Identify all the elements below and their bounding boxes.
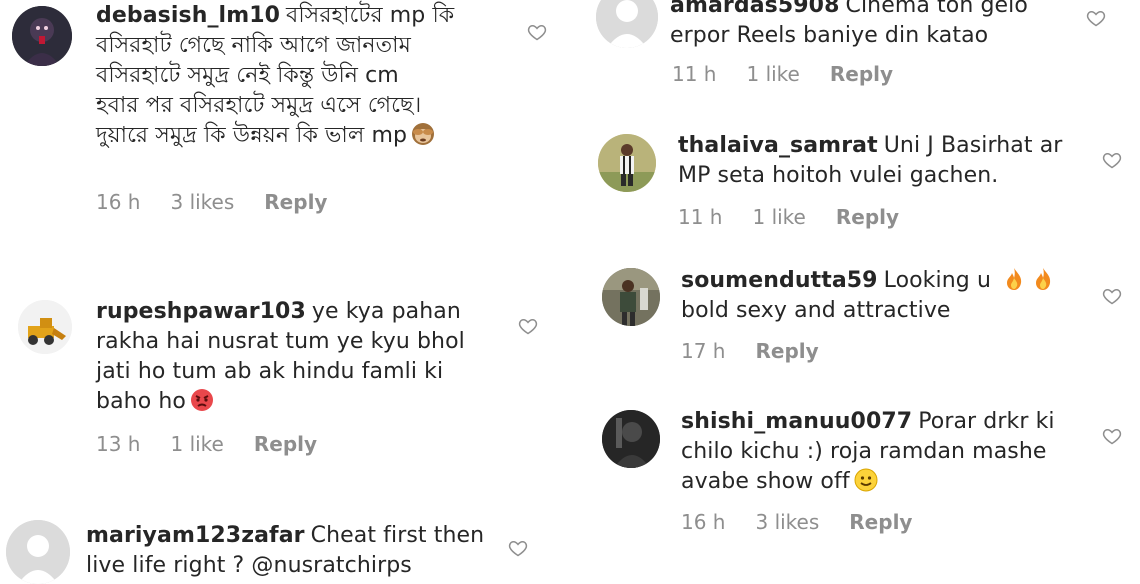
comment-line: Uni J Basirhat ar bbox=[883, 133, 1063, 158]
comment-username[interactable]: mariyam123zafar bbox=[86, 523, 305, 548]
comment-likes[interactable]: 1 like bbox=[752, 205, 805, 229]
comment-line: হবার পর বসিরহাটে সমুদ্র এসে গেছে। bbox=[96, 93, 422, 118]
comment-line: avabe show off bbox=[681, 469, 850, 494]
avatar-image bbox=[598, 134, 656, 192]
avatar-image bbox=[602, 268, 660, 326]
comment-line: chilo kichu :) roja ramdan mashe bbox=[681, 439, 1047, 464]
comment-line: Cheat first then bbox=[310, 523, 485, 548]
comment-username[interactable]: amardas5908 bbox=[670, 0, 839, 18]
avatar[interactable] bbox=[12, 6, 72, 66]
comment-line: erpor Reels baniye din katao bbox=[670, 23, 989, 48]
comment-line: MP seta hoitoh vulei gachen. bbox=[678, 163, 999, 188]
comment-text: shishi_manuu0077 Porar drkr ki chilo kich… bbox=[681, 407, 1081, 497]
comment-time: 11 h bbox=[678, 205, 723, 229]
heart-outline-icon[interactable] bbox=[1102, 286, 1122, 306]
comment-username[interactable]: rupeshpawar103 bbox=[96, 299, 306, 324]
comment-meta: 13 h 1 like Reply bbox=[96, 432, 317, 456]
comment-line: bold sexy and attractive bbox=[681, 298, 951, 323]
comment-line: jati ho tum ab ak hindu famli ki bbox=[96, 359, 444, 384]
avatar[interactable] bbox=[18, 300, 72, 354]
comment-line: Looking u bbox=[883, 268, 991, 293]
avatar[interactable] bbox=[602, 410, 660, 468]
reply-button[interactable]: Reply bbox=[755, 339, 818, 363]
comment-meta: 17 h Reply bbox=[681, 339, 819, 363]
comment-text: mariyam123zafar Cheat first then live lif… bbox=[86, 521, 516, 581]
comment-meta: 11 h 1 like Reply bbox=[678, 205, 899, 229]
comment-line: Porar drkr ki bbox=[918, 409, 1055, 434]
heart-outline-icon[interactable] bbox=[1102, 426, 1122, 446]
comment-text: rupeshpawar103 ye kya pahan rakha hai nus… bbox=[96, 297, 516, 417]
comment-time: 11 h bbox=[672, 62, 717, 86]
reply-button[interactable]: Reply bbox=[264, 190, 327, 214]
avatar-image bbox=[12, 6, 72, 66]
avatar[interactable] bbox=[598, 134, 656, 192]
comment-likes[interactable]: 3 likes bbox=[170, 190, 234, 214]
comment-line: ye kya pahan bbox=[311, 299, 461, 324]
comment-line: দুয়ারে সমুদ্র কি উন্নয়ন কি ভাল mp bbox=[96, 123, 408, 148]
reply-button[interactable]: Reply bbox=[254, 432, 317, 456]
default-avatar-icon[interactable] bbox=[596, 0, 658, 48]
comment-meta: 11 h 1 like Reply bbox=[672, 62, 893, 86]
angry-face-icon bbox=[189, 387, 215, 413]
comment-time: 13 h bbox=[96, 432, 141, 456]
smiling-face-icon bbox=[853, 467, 879, 493]
comment-line: বসিরহাটের mp কি bbox=[286, 3, 455, 28]
comment-line: rakha hai nusrat tum ye kyu bhol bbox=[96, 329, 465, 354]
comment-likes[interactable]: 1 like bbox=[746, 62, 799, 86]
comment-text: soumendutta59 Looking u bold sexy and att… bbox=[681, 266, 1081, 326]
fire-icon bbox=[1030, 266, 1056, 292]
comment-time: 16 h bbox=[681, 510, 726, 534]
comment-line: বসিরহাট গেছে নাকি আগে জানতাম bbox=[96, 33, 411, 58]
comment-text: amardas5908 Cinema ton gelo erpor Reels b… bbox=[670, 0, 1080, 51]
heart-outline-icon[interactable] bbox=[508, 538, 528, 558]
comment-likes[interactable]: 1 like bbox=[170, 432, 223, 456]
comment-line: বসিরহাটে সমুদ্র নেই কিন্তু উনি cm bbox=[96, 63, 399, 88]
comment-line: Cinema ton gelo bbox=[845, 0, 1028, 18]
comment-username[interactable]: debasish_lm10 bbox=[96, 3, 280, 28]
heart-outline-icon[interactable] bbox=[518, 316, 538, 336]
comment-username[interactable]: shishi_manuu0077 bbox=[681, 409, 912, 434]
comment-line: live life right ? @nusratchirps bbox=[86, 553, 412, 578]
comment-meta: 16 h 3 likes Reply bbox=[96, 190, 327, 214]
heart-outline-icon[interactable] bbox=[527, 22, 547, 42]
comment-username[interactable]: soumendutta59 bbox=[681, 268, 878, 293]
comment-line: baho ho bbox=[96, 389, 186, 414]
heart-outline-icon[interactable] bbox=[1086, 8, 1106, 28]
comment-text: debasish_lm10 বসিরহাটের mp কি বসিরহাট গেছ… bbox=[96, 1, 516, 151]
default-avatar-icon[interactable] bbox=[6, 520, 70, 584]
comment-meta: 16 h 3 likes Reply bbox=[681, 510, 912, 534]
avatar-image bbox=[18, 300, 72, 354]
avatar[interactable] bbox=[602, 268, 660, 326]
comment-text: thalaiva_samrat Uni J Basirhat ar MP seta… bbox=[678, 131, 1078, 191]
reply-button[interactable]: Reply bbox=[830, 62, 893, 86]
reply-button[interactable]: Reply bbox=[836, 205, 899, 229]
comment-likes[interactable]: 3 likes bbox=[755, 510, 819, 534]
avatar-image bbox=[602, 410, 660, 468]
comment-username[interactable]: thalaiva_samrat bbox=[678, 133, 878, 158]
reply-button[interactable]: Reply bbox=[849, 510, 912, 534]
fire-icon bbox=[1001, 266, 1027, 292]
see-no-evil-monkey-icon bbox=[410, 121, 436, 147]
comment-time: 16 h bbox=[96, 190, 141, 214]
heart-outline-icon[interactable] bbox=[1102, 150, 1122, 170]
comment-time: 17 h bbox=[681, 339, 726, 363]
